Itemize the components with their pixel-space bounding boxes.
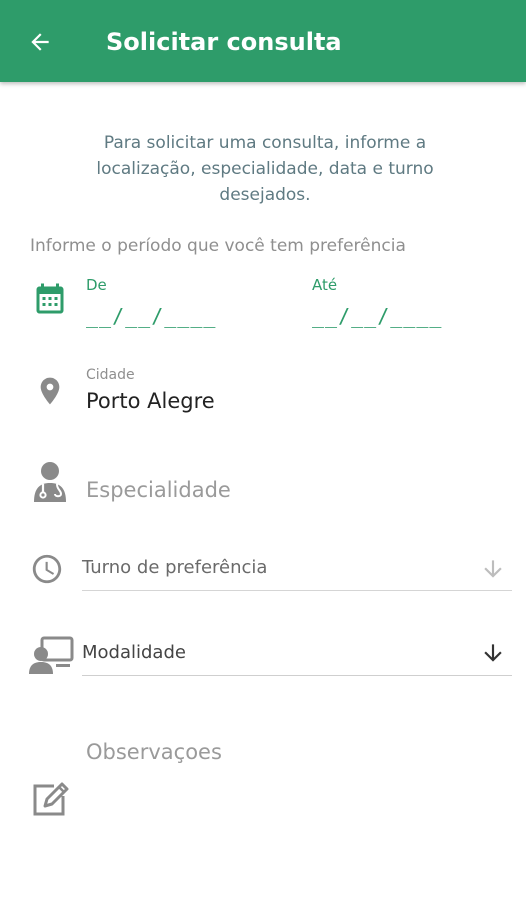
specialty-field[interactable]: Especialidade	[86, 478, 231, 502]
doctor-icon	[34, 462, 66, 502]
arrow-down-icon[interactable]	[480, 556, 506, 582]
arrow-down-icon[interactable]	[480, 640, 506, 666]
calendar-icon	[36, 283, 64, 314]
edit-icon	[33, 782, 69, 816]
location-pin-icon	[40, 377, 60, 405]
date-from-input[interactable]: __/__/____	[86, 304, 216, 328]
period-label: Informe o período que você tem preferênc…	[30, 236, 406, 256]
shift-underline	[82, 590, 512, 591]
teleconsult-icon	[29, 636, 74, 674]
city-input[interactable]: Porto Alegre	[86, 389, 215, 413]
notes-field[interactable]: Observaçoes	[86, 740, 222, 764]
modality-underline	[82, 675, 512, 676]
shift-select[interactable]: Turno de preferência	[82, 557, 267, 578]
clock-icon	[32, 554, 62, 584]
date-to-label: Até	[312, 276, 338, 294]
back-button[interactable]	[22, 24, 58, 60]
app-bar: Solicitar consulta	[0, 0, 526, 82]
arrow-back-icon	[31, 33, 49, 51]
modality-select[interactable]: Modalidade	[82, 642, 186, 663]
page-title: Solicitar consulta	[106, 28, 342, 56]
city-label: Cidade	[86, 367, 135, 383]
date-to-input[interactable]: __/__/____	[312, 304, 442, 328]
intro-text: Para solicitar uma consulta, informe a l…	[96, 133, 434, 205]
date-from-label: De	[86, 276, 107, 294]
